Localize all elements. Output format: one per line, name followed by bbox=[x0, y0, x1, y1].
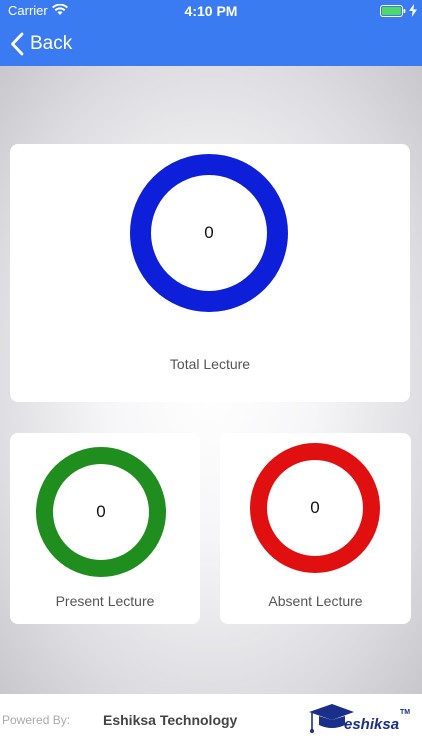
total-lecture-count: 0 bbox=[204, 223, 214, 242]
absent-lecture-ring: 0 bbox=[250, 443, 380, 573]
total-lecture-ring: 0 bbox=[130, 154, 288, 312]
status-bar: Carrier 4:10 PM bbox=[0, 0, 422, 22]
present-lecture-ring: 0 bbox=[36, 447, 166, 577]
back-button[interactable]: Back bbox=[10, 30, 72, 58]
absent-lecture-card[interactable]: 0 Absent Lecture bbox=[220, 433, 411, 624]
company-name: Eshiksa Technology bbox=[103, 712, 238, 728]
total-lecture-label: Total Lecture bbox=[169, 356, 251, 372]
absent-lecture-label: Absent Lecture bbox=[268, 593, 363, 609]
present-lecture-card[interactable]: 0 Present Lecture bbox=[10, 433, 200, 624]
logo-text: eshiksa bbox=[344, 716, 400, 733]
total-lecture-card[interactable]: 0 Total Lecture bbox=[10, 144, 410, 402]
charging-icon bbox=[409, 4, 417, 17]
present-lecture-label: Present Lecture bbox=[55, 593, 155, 609]
footer: Powered By: Eshiksa Technology eshiksa T… bbox=[0, 694, 422, 750]
logo-trademark: TM bbox=[400, 709, 411, 716]
present-lecture-count: 0 bbox=[96, 502, 106, 521]
powered-by-label: Powered By: bbox=[2, 713, 71, 727]
nav-bar: Carrier 4:10 PM Back bbox=[0, 0, 422, 66]
eshiksa-logo: eshiksa TM bbox=[306, 700, 414, 744]
back-label: Back bbox=[30, 33, 73, 54]
battery-icon bbox=[380, 5, 406, 17]
status-time: 4:10 PM bbox=[184, 3, 238, 19]
chevron-left-icon bbox=[11, 32, 24, 56]
absent-lecture-count: 0 bbox=[310, 498, 320, 517]
attendance-summary: 0 Total Lecture 0 Present Lecture 0 Abse… bbox=[0, 66, 422, 694]
